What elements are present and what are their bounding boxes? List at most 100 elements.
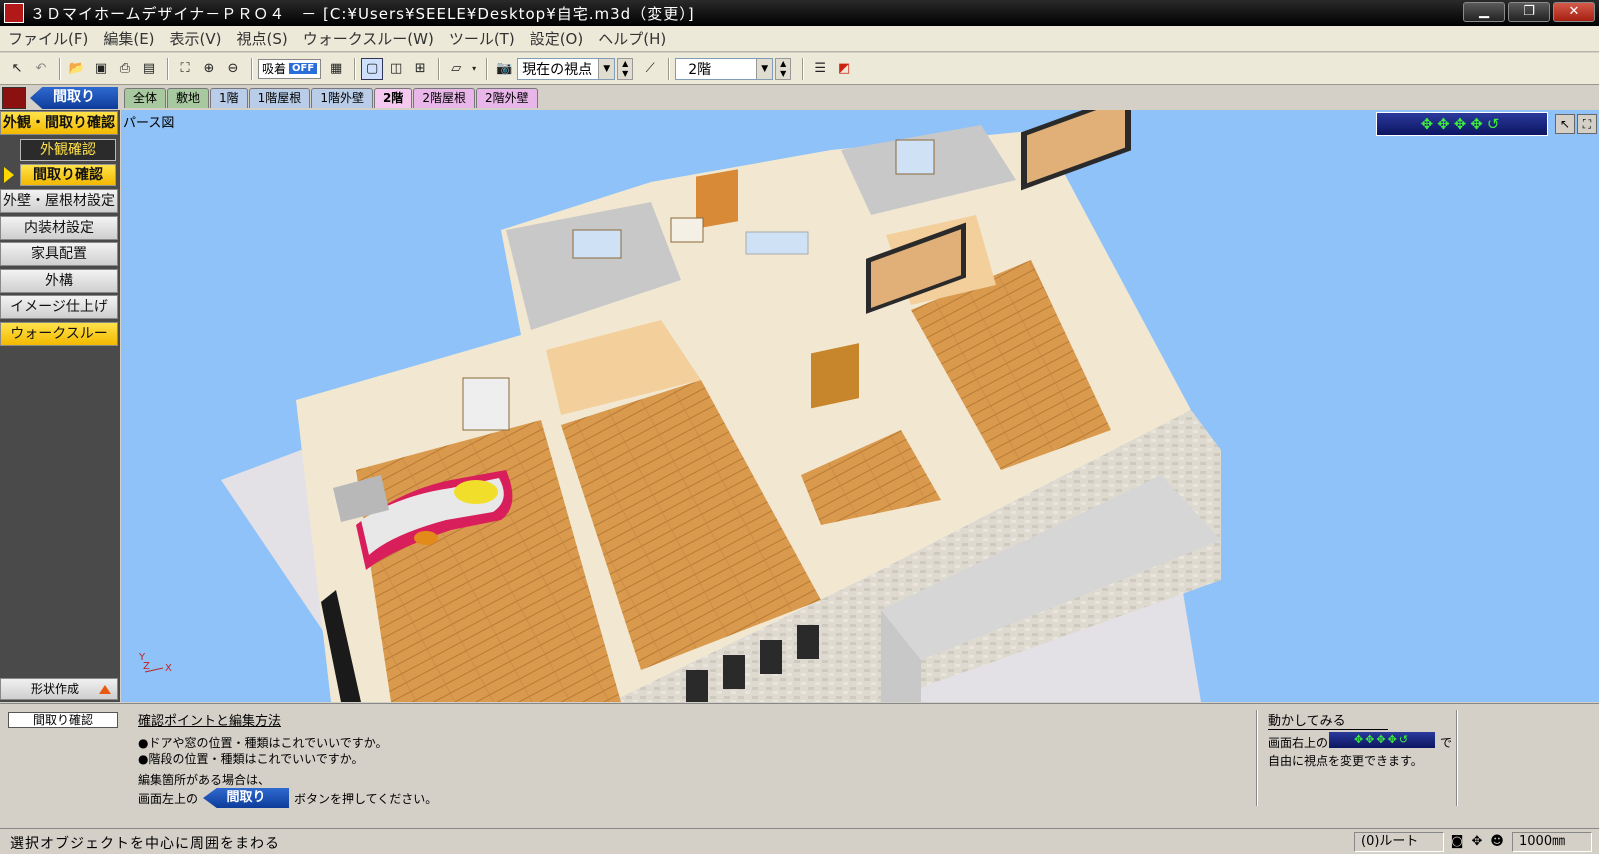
vent-window [670, 217, 704, 243]
move-line-suffix: で [1440, 736, 1453, 750]
tab-floor1-roof[interactable]: 1階屋根 [248, 88, 311, 108]
grid-icon[interactable]: ▦ [325, 58, 347, 80]
menu-help[interactable]: ヘルプ(H) [598, 28, 666, 49]
sidebar-item-wall-roof[interactable]: 外壁・屋根材設定 [0, 189, 118, 213]
menu-edit[interactable]: 編集(E) [103, 28, 154, 49]
viewpoint-value: 現在の視点 [522, 61, 593, 78]
move-line-prefix: 画面右上の [1268, 736, 1329, 750]
shape-create-button[interactable]: 形状作成 [0, 678, 118, 700]
chevron-down-icon[interactable]: ▼ [756, 58, 773, 79]
kitchen-sink [454, 480, 498, 504]
sidebar-item-walkthrough[interactable]: ウォークスルー [0, 322, 118, 346]
tab-floor1[interactable]: 1階 [210, 88, 248, 108]
window-top-right [895, 139, 935, 175]
close-button[interactable]: ✕ [1553, 2, 1595, 22]
pointer-icon[interactable]: ↖ [6, 58, 28, 80]
madori-button[interactable]: 間取り [30, 87, 118, 109]
skylight [745, 231, 809, 255]
tab-floor2[interactable]: 2階 [373, 88, 413, 108]
house-3d-render[interactable]: Y Z X [121, 110, 1599, 702]
move-icon[interactable]: ✥ [1468, 833, 1486, 851]
status-text: 選択オブジェクトを中心に周囲をまわる [10, 836, 280, 852]
snap-label: 吸着 [262, 62, 287, 76]
walk-icon[interactable]: ☻ [1488, 833, 1506, 851]
info-line-doors: ●ドアや窓の位置・種類はこれでいいですか。 [138, 736, 388, 750]
view-navigation-control[interactable]: ✥✥✥✥↺ [1376, 112, 1548, 136]
tab-floor2-wall[interactable]: 2階外壁 [475, 88, 538, 108]
floor-tab-row: 間取り 全体 敷地 1階 1階屋根 1階外壁 2階 2階屋根 2階外壁 [0, 86, 1599, 110]
chevron-down-icon[interactable]: ▼ [598, 58, 615, 79]
zoom-out-icon[interactable]: ⊖ [222, 58, 244, 80]
mode-indicator: 間取り確認 [8, 712, 118, 728]
select-arrow-icon[interactable]: ↖ [1555, 114, 1575, 134]
open-folder-icon[interactable]: 📂 [66, 58, 88, 80]
shape-create-label: 形状作成 [31, 682, 80, 696]
print-icon[interactable]: ⎙ [114, 58, 136, 80]
save-icon[interactable]: ▣ [90, 58, 112, 80]
info-line-stairs: ●階段の位置・種類はこれでいいですか。 [138, 752, 364, 766]
sidebar-item-interior[interactable]: 内装材設定 [0, 216, 118, 240]
floor-value: 2階 [688, 61, 712, 78]
zoom-in-icon[interactable]: ⊕ [198, 58, 220, 80]
undo-icon[interactable]: ↶ [30, 58, 52, 80]
camera-icon[interactable]: ◙ [1448, 833, 1466, 851]
tab-floor1-wall[interactable]: 1階外壁 [311, 88, 373, 108]
viewpoint-select[interactable]: 現在の視点 ▼ [517, 57, 616, 80]
measure-icon[interactable]: ⟋ [639, 58, 661, 80]
axis-z-label: Z [143, 661, 150, 672]
sliding-window-glass-2 [1027, 110, 1125, 184]
sidebar-item-exterior-layout[interactable]: 外観・間取り確認 [0, 111, 118, 135]
small-window [723, 655, 745, 689]
sidebar-item-exterior-check[interactable]: 外観確認 [20, 139, 116, 161]
viewpoint-spinner[interactable]: ▲ ▼ [617, 57, 634, 80]
left-panel: 外観・間取り確認 外観確認 間取り確認 外壁・屋根材設定 内装材設定 家具配置 … [0, 110, 120, 702]
menu-viewpoint[interactable]: 視点(S) [237, 28, 288, 49]
app-icon[interactable] [4, 3, 24, 23]
axis-x-label: X [165, 663, 172, 674]
sidebar-item-layout-check[interactable]: 間取り確認 [20, 164, 116, 186]
zoom-fit-icon[interactable]: ⛶ [174, 58, 196, 80]
tab-all[interactable]: 全体 [124, 88, 167, 108]
kitchen-stove [414, 531, 438, 545]
title-bar: ３Ｄマイホームデザイナ－ＰＲＯ４ － [C:¥Users¥SEELE¥Deskt… [0, 0, 1599, 26]
menu-tools[interactable]: ツール(T) [449, 28, 515, 49]
madori-button-hint: 間取り [203, 788, 289, 808]
sidebar-item-furniture[interactable]: 家具配置 [0, 242, 118, 266]
perspective-viewport[interactable]: Y Z X パース図 ✥✥✥✥↺ ↖ ⛶ [121, 110, 1599, 702]
tab-site[interactable]: 敷地 [167, 88, 210, 108]
fit-view-icon[interactable]: ⛶ [1577, 114, 1597, 134]
door-center [811, 343, 859, 409]
view-navigation-hint: ✥✥✥✥↺ [1329, 732, 1435, 748]
selected-arrow-icon [4, 167, 14, 183]
camera-icon[interactable]: 📷 [493, 58, 515, 80]
minimize-button[interactable]: ▁ [1463, 2, 1505, 22]
quad-view-icon[interactable]: ⊞ [409, 58, 431, 80]
split-view-icon[interactable]: ◫ [385, 58, 407, 80]
sidebar-item-image-finish[interactable]: イメージ仕上げ [0, 295, 118, 319]
window-top-left [572, 229, 622, 259]
eraser-dropdown-icon[interactable]: ▾ [469, 58, 479, 80]
cube-icon[interactable] [2, 87, 26, 109]
single-view-icon[interactable]: ▢ [361, 57, 384, 80]
menu-file[interactable]: ファイル(F) [8, 28, 88, 49]
move-line-2: 自由に視点を変更できます。 [1268, 754, 1423, 768]
menu-settings[interactable]: 設定(O) [530, 28, 584, 49]
eraser-icon[interactable]: ▱ [445, 58, 467, 80]
light-icon[interactable]: ☰ [809, 58, 831, 80]
perspective-label: パース図 [123, 116, 175, 131]
info-line-edit: 編集箇所がある場合は、 [138, 773, 271, 787]
maximize-button[interactable]: ❐ [1508, 2, 1550, 22]
floor-select[interactable]: 2階 ▼ [675, 57, 774, 80]
photo-icon[interactable]: ▤ [138, 58, 160, 80]
menu-view[interactable]: 表示(V) [170, 28, 222, 49]
tab-floor2-roof[interactable]: 2階屋根 [413, 88, 475, 108]
window-title: ３Ｄマイホームデザイナ－ＰＲＯ４ － [C:¥Users¥SEELE¥Deskt… [30, 4, 695, 23]
floor-spinner[interactable]: ▲ ▼ [775, 57, 792, 80]
info-line-button-prefix: 画面左上の [138, 792, 199, 806]
snap-state: OFF [289, 63, 318, 74]
snap-toggle-button[interactable]: 吸着 OFF [258, 58, 322, 79]
sidebar-item-exterior-works[interactable]: 外構 [0, 269, 118, 293]
menu-walkthrough[interactable]: ウォークスルー(W) [303, 28, 434, 49]
render-icon[interactable]: ◩ [833, 58, 855, 80]
triangle-up-icon [99, 685, 111, 694]
